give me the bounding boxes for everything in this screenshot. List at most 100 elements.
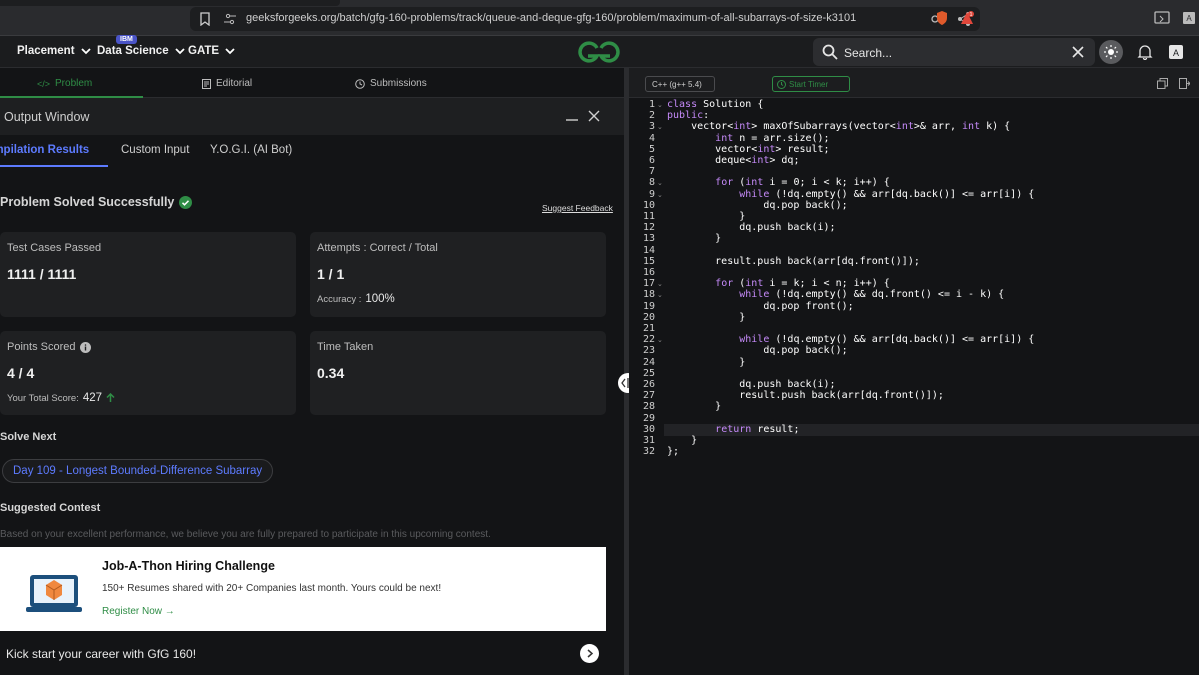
nav-placement-label: Placement [17,45,75,57]
sun-icon [1104,45,1118,59]
fold-chevron-icon[interactable]: ⌄ [657,191,663,199]
accuracy-label: Accuracy : [317,293,362,305]
solve-next-link[interactable]: Day 109 - Longest Bounded-Difference Sub… [2,459,274,483]
solved-text: Problem Solved Successfully [0,195,175,209]
line-number: 16 [642,267,655,278]
code-line[interactable]: result.push back(arr[dq.front()]); [667,256,920,267]
code-line[interactable]: } [667,211,745,222]
bell-icon[interactable] [1137,44,1153,60]
code-line[interactable]: dq.pop back(); [667,345,847,356]
fold-chevron-icon[interactable]: ⌄ [657,336,663,344]
fold-chevron-icon[interactable]: ⌄ [657,101,663,109]
register-now-link[interactable]: Register Now → [102,606,175,617]
points-label: Points Scored [7,341,76,353]
search-bar[interactable]: Search... [813,38,1095,66]
tab-problem[interactable]: </> Problem [37,78,92,89]
code-line[interactable]: public: [667,110,709,121]
address-bar[interactable]: geeksforgeeks.org/batch/gfg-160-problems… [190,7,980,31]
brave-shield-icon[interactable] [935,10,949,26]
theme-toggle[interactable] [1099,40,1123,64]
code-line[interactable]: vector<int> maxOfSubarrays(vector<int>& … [667,121,1010,132]
language-icon[interactable]: A [1168,44,1184,60]
line-number: 2 [648,110,655,122]
line-number: 23 [642,345,655,357]
code-line[interactable]: } [667,435,697,446]
tab-compilation-results[interactable]: Compilation Results [0,144,89,156]
accuracy: Accuracy : 100% [317,293,395,305]
line-number: 31 [642,435,655,446]
code-line[interactable]: dq.push back(i); [667,379,835,390]
alert-count: 1 [970,12,973,18]
points-card: Points Scored 4 / 4 Your Total Score: 42… [0,331,296,415]
code-line[interactable]: }; [667,446,679,457]
fold-chevron-icon[interactable]: ⌄ [657,280,663,288]
code-line[interactable]: result.push back(arr[dq.front()]); [667,390,944,401]
close-icon[interactable] [1072,46,1084,58]
code-line[interactable]: for (int i = k; i < n; i++) { [667,278,890,289]
nav-placement[interactable]: Placement [17,45,91,57]
code-line[interactable]: class Solution { [667,99,763,110]
code-line[interactable]: } [667,401,721,412]
line-number: 25 [642,367,655,379]
tab-custom-input[interactable]: Custom Input [121,144,189,156]
tab-editorial-label: Editorial [216,78,253,89]
cast-icon[interactable] [1154,11,1170,25]
site-settings-icon[interactable] [224,13,236,25]
suggest-feedback-link[interactable]: Suggest Feedback [542,203,613,213]
url-text[interactable]: geeksforgeeks.org/batch/gfg-160-problems… [246,12,856,24]
code-line[interactable]: } [667,357,745,368]
nav-gate[interactable]: GATE [188,45,235,57]
output-subtabs: Compilation Results Custom Input Y.O.G.I… [0,135,624,169]
code-line[interactable]: while (!dq.empty() && dq.front() <= i - … [667,289,1004,300]
line-number: 15 [642,255,655,267]
line-number: 28 [642,401,655,413]
minimize-icon[interactable] [565,109,579,123]
nav-gate-label: GATE [188,45,220,57]
fold-chevron-icon[interactable]: ⌄ [657,123,663,131]
fold-chevron-icon[interactable]: ⌄ [657,291,663,299]
code-line[interactable]: return result; [667,424,799,435]
code-line[interactable]: dq.pop back(); [667,200,847,211]
tab-submissions[interactable]: Submissions [355,78,427,89]
info-icon[interactable] [80,341,92,353]
line-number: 5 [648,143,655,155]
accuracy-value: 100% [365,293,395,305]
language-select[interactable]: C++ (g++ 5.4) [645,76,715,92]
code-line[interactable]: int n = arr.size(); [667,133,829,144]
expand-icon[interactable] [1179,78,1190,89]
tab-yogi-ai-bot[interactable]: Y.O.G.I. (AI Bot) [210,144,292,156]
gfg-logo[interactable] [576,39,622,65]
code-lines[interactable]: 1 ⌄ class Solution {2 public: 3 ⌄ vector<int>… [629,98,1199,675]
editor-header: C++ (g++ 5.4) Start Timer [629,68,1199,98]
suggested-contest-heading: Suggested Contest [0,502,101,514]
line-number: 7 [648,166,655,178]
code-line[interactable]: for (int i = 0; i < k; i++) { [667,177,890,188]
code-line[interactable]: deque<int> dq; [667,155,799,166]
contest-card[interactable]: Job-A-Thon Hiring Challenge 150+ Resumes… [0,547,606,631]
code-line[interactable]: while (!dq.empty() && arr[dq.back()] <= … [667,189,1034,200]
fold-chevron-icon[interactable]: ⌄ [657,179,663,187]
kickstart-next-button[interactable] [580,644,599,663]
code-line[interactable]: dq.pop front(); [667,301,853,312]
bookmark-icon[interactable] [198,12,212,26]
line-number: 30 [642,423,655,435]
code-line[interactable]: } [667,233,721,244]
rewards-icon[interactable]: 1 [960,11,974,25]
start-timer-button[interactable]: Start Timer [772,76,850,92]
line-number: 9 [648,188,655,200]
line-number: 18 [642,289,655,301]
code-line[interactable]: vector<int> result; [667,144,829,155]
line-number: 29 [642,412,655,424]
laptop-box-icon [26,575,82,612]
translate-icon[interactable]: A [1182,11,1196,25]
line-number: 24 [642,356,655,368]
nav-data-science[interactable]: Data Science [97,45,185,57]
tab-editorial[interactable]: Editorial [202,78,252,89]
search-input[interactable]: Search... [844,46,892,60]
close-icon[interactable] [587,109,601,123]
code-line[interactable]: dq.push back(i); [667,222,835,233]
points-label-row: Points Scored [7,341,92,353]
code-line[interactable]: while (!dq.empty() && arr[dq.back()] <= … [667,334,1034,345]
copy-icon[interactable] [1157,78,1168,89]
code-line[interactable]: } [667,312,745,323]
